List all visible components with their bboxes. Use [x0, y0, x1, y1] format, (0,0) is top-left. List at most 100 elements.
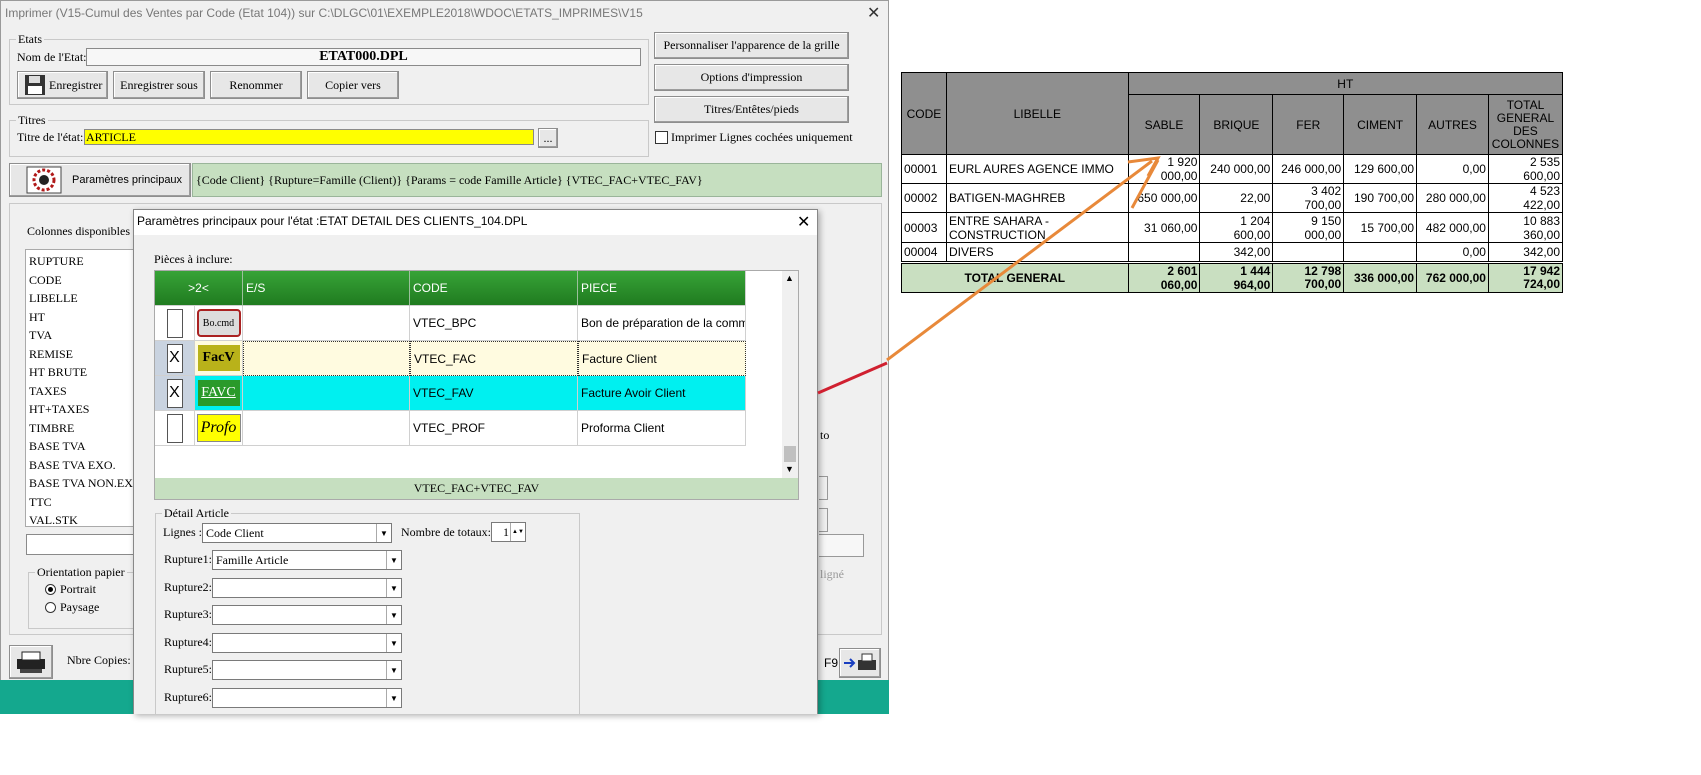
row-check-box[interactable]: [166, 308, 183, 338]
lignes-select[interactable]: Code Client ▼: [202, 523, 392, 543]
portrait-radio[interactable]: [45, 584, 56, 595]
chevron-down-icon[interactable]: ▼: [386, 551, 401, 569]
colonne-item[interactable]: TVA: [29, 328, 52, 343]
detail-article-label: Détail Article: [162, 506, 231, 521]
report-cell-value: 1 204 600,00: [1199, 212, 1274, 243]
chevron-down-icon[interactable]: ▼: [386, 689, 401, 707]
colonne-item[interactable]: HT BRUTE: [29, 365, 87, 380]
rupture6-label: Rupture6:: [164, 690, 212, 704]
colonne-item[interactable]: BASE TVA EXO.: [29, 458, 116, 473]
grid-cell-es[interactable]: [243, 341, 410, 376]
colonne-item[interactable]: CODE: [29, 273, 62, 288]
print-button[interactable]: [839, 648, 881, 678]
grid-scrollbar[interactable]: ▲ ▼: [782, 271, 798, 478]
rupture1-select[interactable]: Famille Article ▼: [212, 550, 402, 570]
rupture4-label: Rupture4:: [164, 635, 212, 649]
report-cell-libelle: DIVERS: [945, 242, 1129, 263]
paysage-label: Paysage: [60, 600, 100, 614]
colonne-item[interactable]: LIBELLE: [29, 291, 78, 306]
colonne-item[interactable]: HT+TAXES: [29, 402, 89, 417]
report-header-col: TOTAL GENERAL DES COLONNES: [1487, 94, 1564, 155]
grid-row-checkbox[interactable]: X: [155, 341, 195, 376]
grid-cell-code: VTEC_PROF: [410, 411, 578, 446]
rupture2-label: Rupture2:: [164, 580, 212, 594]
titres-entetes-pieds-button[interactable]: Titres/Entêtes/pieds: [654, 96, 849, 123]
chevron-down-icon[interactable]: ▼: [386, 579, 401, 597]
grid-row-checkbox[interactable]: [155, 306, 195, 341]
nombre-totaux-stepper[interactable]: 1 ▲▼: [491, 522, 526, 542]
dialog-close-button[interactable]: ✕: [797, 212, 810, 232]
chevron-down-icon[interactable]: ▼: [386, 661, 401, 679]
personnaliser-grille-button[interactable]: Personnaliser l'apparence de la grille: [654, 32, 849, 59]
partial-button[interactable]: [819, 508, 828, 532]
floppy-disk-icon: [25, 75, 45, 95]
report-cell-value: 650 000,00: [1127, 183, 1201, 213]
rupture1-value: Famille Article: [216, 553, 289, 567]
parametres-principaux-label: Paramètres principaux: [72, 174, 183, 186]
partial-field[interactable]: [819, 534, 864, 557]
pieces-label: Pièces à inclure:: [154, 252, 233, 266]
parametres-principaux-button[interactable]: Paramètres principaux: [9, 163, 191, 197]
colonne-item[interactable]: TTC: [29, 495, 52, 510]
row-check-box[interactable]: X: [166, 378, 183, 408]
colonne-item[interactable]: VAL.STK: [29, 513, 78, 528]
report-cell-code: 00002: [901, 183, 947, 213]
colonne-item[interactable]: BASE TVA NON.EXO: [29, 476, 142, 491]
rupture4-select[interactable]: ▼: [212, 633, 402, 653]
chevron-down-icon[interactable]: ▼: [386, 634, 401, 652]
rupture6-select[interactable]: ▼: [212, 688, 402, 708]
nom-etat-field[interactable]: ETAT000.DPL: [86, 48, 641, 66]
report-header-col: BRIQUE: [1199, 94, 1274, 155]
scroll-up-icon[interactable]: ▲: [785, 273, 794, 283]
colonne-item[interactable]: REMISE: [29, 347, 73, 362]
grid-header-piece[interactable]: PIECE: [578, 271, 746, 306]
partial-button[interactable]: [819, 476, 828, 500]
enregistrer-sous-button[interactable]: Enregistrer sous: [113, 71, 205, 99]
grid-row-checkbox[interactable]: [155, 411, 195, 446]
report-header-col: AUTRES: [1416, 94, 1489, 155]
colonne-item[interactable]: TAXES: [29, 384, 67, 399]
copier-vers-button[interactable]: Copier vers: [307, 71, 399, 99]
nombre-totaux-value: 1: [503, 525, 509, 539]
lignes-cochees-checkbox[interactable]: [655, 131, 668, 144]
report-total-label: TOTAL GENERAL: [901, 262, 1129, 293]
colonne-item[interactable]: RUPTURE: [29, 254, 84, 269]
colonne-input[interactable]: [26, 534, 136, 555]
titre-browse-button[interactable]: ...: [538, 128, 558, 148]
paysage-radio[interactable]: [45, 602, 56, 613]
grid-cell-es: [243, 376, 410, 411]
printer-setup-button[interactable]: [9, 645, 53, 679]
grid-header-code[interactable]: CODE: [410, 271, 578, 306]
colonne-item[interactable]: TIMBRE: [29, 421, 74, 436]
rupture2-select[interactable]: ▼: [212, 578, 402, 598]
grid-row-checkbox[interactable]: X: [155, 376, 195, 411]
options-impression-button[interactable]: Options d'impression: [654, 64, 849, 91]
grid-header-es[interactable]: E/S: [243, 271, 410, 306]
gear-settings-icon: [26, 166, 62, 194]
row-check-box[interactable]: [166, 413, 183, 443]
report-cell-code: 00004: [901, 242, 947, 263]
titre-etat-label: Titre de l'état:: [17, 130, 84, 144]
scroll-thumb[interactable]: [784, 446, 796, 462]
grid-header-check[interactable]: >2<: [155, 271, 243, 306]
rupture1-label: Rupture1:: [164, 552, 212, 566]
stepper-arrows-icon[interactable]: ▲▼: [510, 523, 525, 541]
grid-cell-code: VTEC_FAC: [410, 341, 578, 376]
enregistrer-label: Enregistrer: [49, 77, 103, 92]
report-cell-value: 1 920 000,00: [1127, 154, 1201, 184]
rupture3-select[interactable]: ▼: [212, 605, 402, 625]
scroll-down-icon[interactable]: ▼: [785, 464, 794, 474]
chevron-down-icon[interactable]: ▼: [376, 524, 391, 542]
window-close-button[interactable]: ✕: [867, 3, 880, 23]
report-cell-value: [1127, 242, 1201, 263]
colonne-item[interactable]: BASE TVA: [29, 439, 86, 454]
report-cell-value: 31 060,00: [1127, 212, 1201, 243]
report-cell-code: 00003: [901, 212, 947, 243]
chevron-down-icon[interactable]: ▼: [386, 606, 401, 624]
row-check-box[interactable]: X: [166, 343, 183, 373]
rupture5-select[interactable]: ▼: [212, 660, 402, 680]
titre-etat-input[interactable]: ARTICLE: [84, 129, 534, 145]
colonne-item[interactable]: HT: [29, 310, 45, 325]
renommer-button[interactable]: Renommer: [210, 71, 302, 99]
enregistrer-button[interactable]: Enregistrer: [17, 71, 108, 99]
